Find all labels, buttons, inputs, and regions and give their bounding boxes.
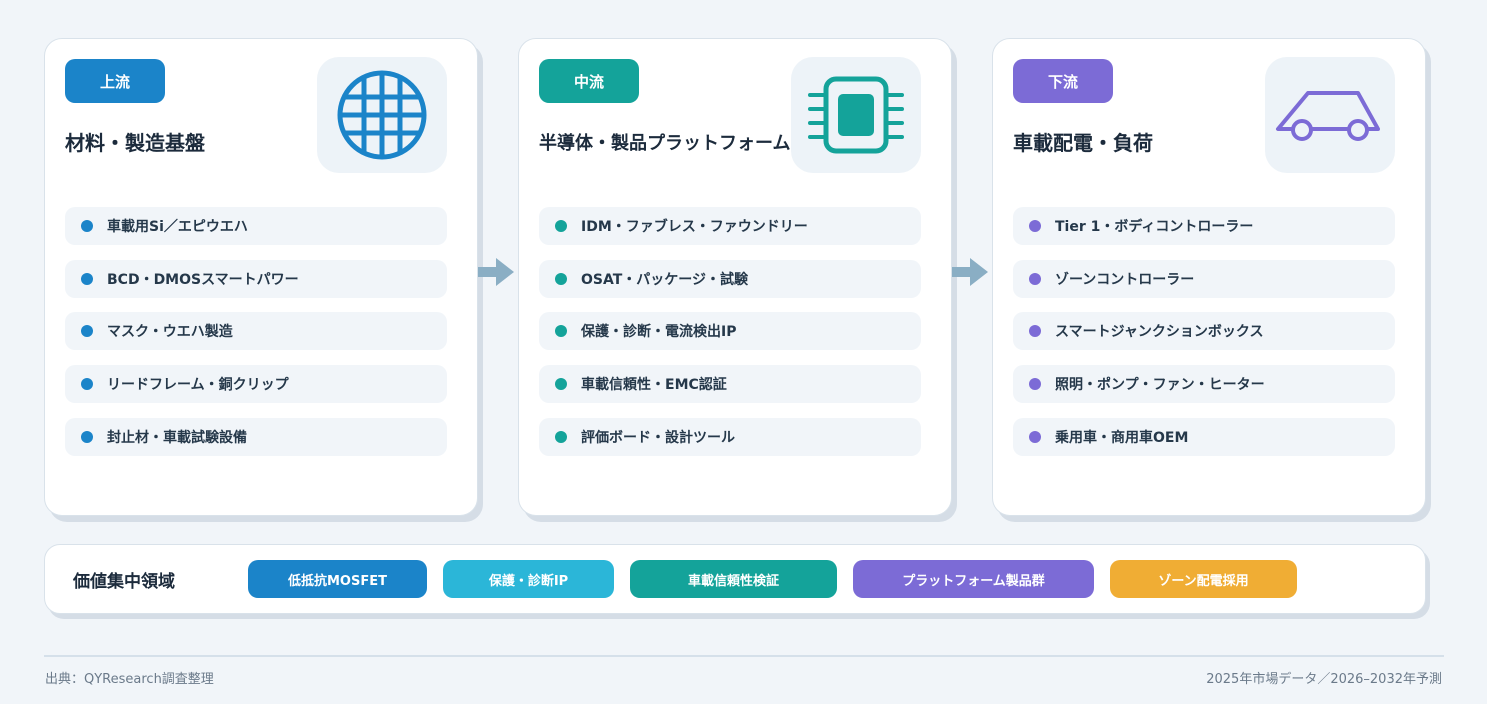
stage-card-midstream: 中流 半導体・製品プラットフォーム IDM・ファブレス・ファウンドリー OSAT… bbox=[518, 38, 952, 516]
stage-item-list: 車載用Si／エピウエハ BCD・DMOSスマートパワー マスク・ウエハ製造 リー… bbox=[65, 207, 447, 470]
bullet-dot bbox=[81, 220, 93, 232]
stage-badge: 上流 bbox=[65, 59, 165, 103]
bullet-dot bbox=[1029, 430, 1041, 443]
stage-badge: 下流 bbox=[1013, 59, 1113, 103]
value-concentration-panel: 価値集中領域 低抵抗MOSFET 保護・診断IP 車載信頼性検証 プラットフォー… bbox=[44, 544, 1426, 614]
list-item: 照明・ポンプ・ファン・ヒーター bbox=[1013, 365, 1395, 404]
value-area-title: 価値集中領域 bbox=[73, 572, 175, 592]
list-item: 評価ボード・設計ツール bbox=[539, 417, 921, 456]
bullet-dot bbox=[1029, 220, 1041, 232]
wafer-icon bbox=[317, 57, 447, 173]
bullet-dot bbox=[1029, 378, 1041, 391]
list-item: 保護・診断・電流検出IP bbox=[539, 312, 921, 351]
bullet-dot bbox=[81, 325, 93, 338]
footer-divider bbox=[44, 655, 1444, 657]
flow-arrow-icon bbox=[478, 258, 514, 290]
list-item: Tier 1・ボディコントローラー bbox=[1013, 207, 1395, 245]
list-item: リードフレーム・銅クリップ bbox=[65, 365, 447, 404]
source-note: 出典：QYResearch調査整理 bbox=[45, 672, 214, 687]
bullet-dot bbox=[555, 220, 567, 232]
stage-title: 材料・製造基盤 bbox=[65, 131, 205, 155]
list-item: 封止材・車載試験設備 bbox=[65, 417, 447, 456]
bullet-dot bbox=[1029, 325, 1041, 338]
value-pill: 低抵抗MOSFET bbox=[248, 560, 427, 598]
car-icon bbox=[1265, 57, 1395, 173]
list-item: 乗用車・商用車OEM bbox=[1013, 417, 1395, 456]
chip-icon bbox=[791, 57, 921, 173]
bullet-dot bbox=[81, 378, 93, 391]
value-pill: プラットフォーム製品群 bbox=[853, 560, 1094, 598]
bullet-dot bbox=[555, 325, 567, 338]
value-pill: ゾーン配電採用 bbox=[1110, 560, 1297, 598]
list-item: ゾーンコントローラー bbox=[1013, 259, 1395, 298]
stage-title: 半導体・製品プラットフォーム bbox=[539, 133, 791, 154]
list-item: OSAT・パッケージ・試験 bbox=[539, 259, 921, 298]
value-pill: 保護・診断IP bbox=[443, 560, 614, 598]
list-item: IDM・ファブレス・ファウンドリー bbox=[539, 207, 921, 245]
bullet-dot bbox=[81, 272, 93, 285]
stage-badge: 中流 bbox=[539, 59, 639, 103]
bullet-dot bbox=[1029, 272, 1041, 285]
stage-card-upstream: 上流 材料・製造基盤 車載用Si／エピウエハ BCD・DMOSスマートパワー マ… bbox=[44, 38, 478, 516]
stage-item-list: Tier 1・ボディコントローラー ゾーンコントローラー スマートジャンクション… bbox=[1013, 207, 1395, 470]
forecast-note: 2025年市場データ／2026–2032年予測 bbox=[1206, 672, 1442, 687]
list-item: 車載信頼性・EMC認証 bbox=[539, 365, 921, 404]
flow-arrow-icon bbox=[952, 258, 988, 290]
stage-item-list: IDM・ファブレス・ファウンドリー OSAT・パッケージ・試験 保護・診断・電流… bbox=[539, 207, 921, 470]
stage-title: 車載配電・負荷 bbox=[1013, 131, 1153, 155]
bullet-dot bbox=[555, 430, 567, 443]
list-item: マスク・ウエハ製造 bbox=[65, 312, 447, 351]
list-item: 車載用Si／エピウエハ bbox=[65, 207, 447, 245]
bullet-dot bbox=[81, 430, 93, 443]
list-item: スマートジャンクションボックス bbox=[1013, 312, 1395, 351]
stage-card-downstream: 下流 車載配電・負荷 Tier 1・ボディコントローラー ゾーンコントローラー … bbox=[992, 38, 1426, 516]
bullet-dot bbox=[555, 272, 567, 285]
list-item: BCD・DMOSスマートパワー bbox=[65, 259, 447, 298]
bullet-dot bbox=[555, 378, 567, 391]
value-pill: 車載信頼性検証 bbox=[630, 560, 837, 598]
